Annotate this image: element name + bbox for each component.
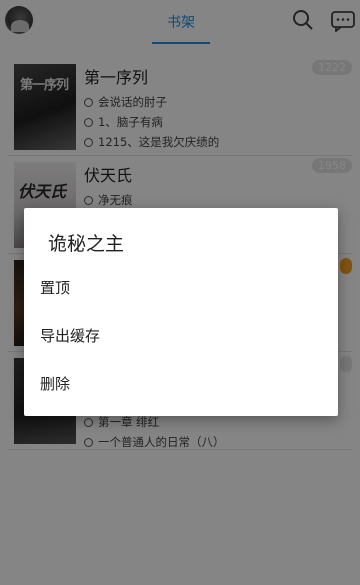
- book-options-dialog: 诡秘之主 置顶 导出缓存 删除: [24, 208, 338, 416]
- menu-item-pin-top[interactable]: 置顶: [24, 264, 338, 312]
- menu-item-export-cache[interactable]: 导出缓存: [24, 312, 338, 360]
- menu-item-delete[interactable]: 删除: [24, 360, 338, 408]
- dialog-title: 诡秘之主: [48, 233, 125, 255]
